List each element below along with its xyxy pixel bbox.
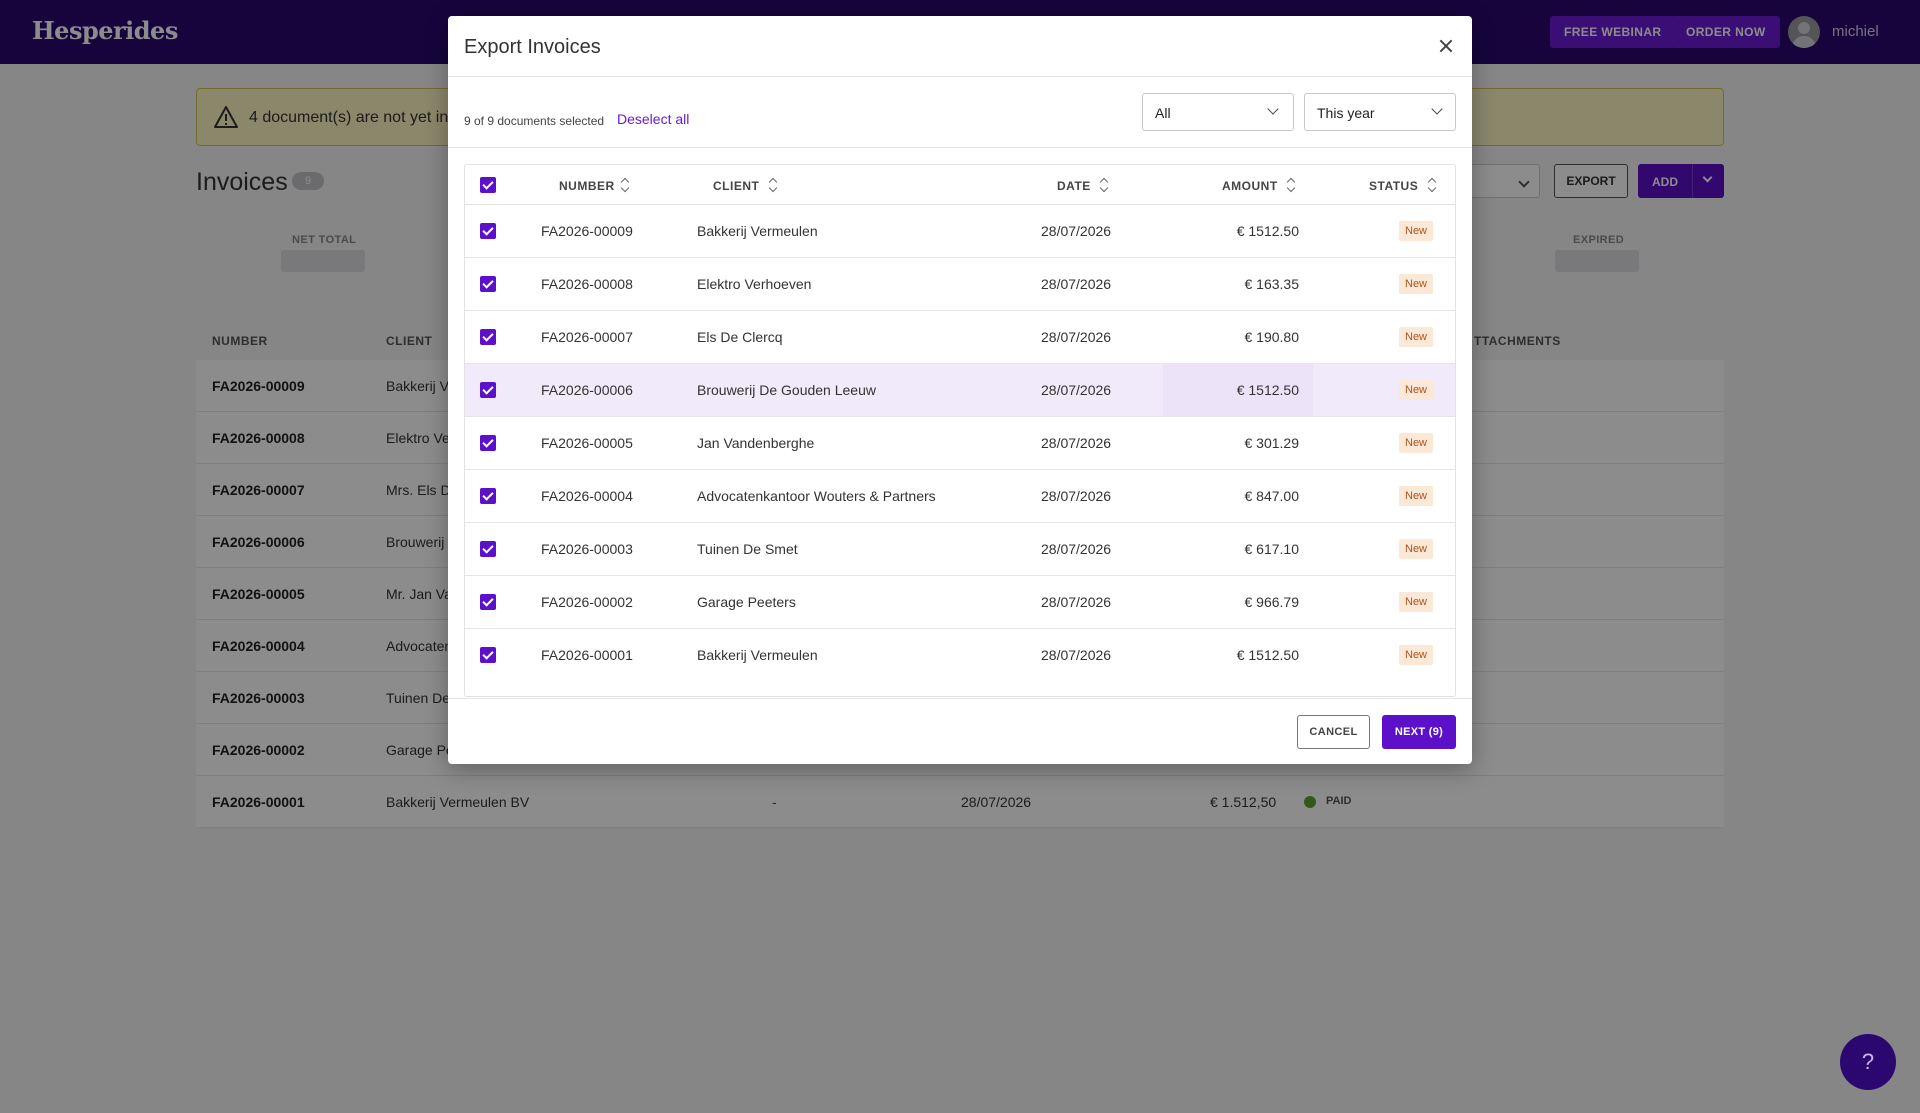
invoice-amount: € 1512.50 (1236, 382, 1299, 398)
invoice-number: FA2026-00007 (541, 329, 633, 345)
invoice-number: FA2026-00009 (541, 223, 633, 239)
next-button[interactable]: NEXT (9) (1382, 715, 1456, 749)
row-checkbox[interactable] (480, 329, 496, 345)
row-checkbox[interactable] (480, 223, 496, 239)
document-type-select[interactable]: All (1142, 93, 1294, 131)
divider (448, 698, 1472, 699)
column-header-amount[interactable]: AMOUNT (1222, 179, 1278, 193)
selection-count: 9 of 9 documents selected (464, 114, 605, 128)
invoice-client: Bakkerij Vermeulen (697, 223, 818, 239)
invoice-amount: € 966.79 (1244, 594, 1300, 610)
table-row[interactable]: FA2026-00002 Garage Peeters 28/07/2026 €… (465, 576, 1455, 629)
table-row[interactable]: FA2026-00001 Bakkerij Vermeulen 28/07/20… (465, 629, 1455, 682)
invoice-number: FA2026-00004 (541, 488, 633, 504)
export-table: NUMBER CLIENT DATE AMOUNT STATUS FA2026-… (464, 164, 1456, 697)
status-badge: New (1399, 645, 1434, 665)
period-select[interactable]: This year (1304, 93, 1456, 131)
invoice-client: Bakkerij Vermeulen (697, 647, 818, 663)
table-row[interactable]: FA2026-00007 Els De Clercq 28/07/2026 € … (465, 311, 1455, 364)
table-row[interactable]: FA2026-00003 Tuinen De Smet 28/07/2026 €… (465, 523, 1455, 576)
invoice-client: Els De Clercq (697, 329, 783, 345)
invoice-date: 28/07/2026 (1041, 647, 1112, 663)
invoice-date: 28/07/2026 (1041, 594, 1112, 610)
invoice-amount: € 301.29 (1244, 435, 1300, 451)
column-header-status[interactable]: STATUS (1369, 179, 1418, 193)
invoice-number: FA2026-00001 (541, 647, 633, 663)
invoice-client: Elektro Verhoeven (697, 276, 812, 292)
row-checkbox[interactable] (480, 435, 496, 451)
chevron-down-icon (1267, 103, 1279, 115)
invoice-number: FA2026-00003 (541, 541, 633, 557)
cancel-button[interactable]: CANCEL (1297, 715, 1370, 749)
invoice-date: 28/07/2026 (1041, 223, 1112, 239)
invoice-date: 28/07/2026 (1041, 276, 1112, 292)
column-header-date[interactable]: DATE (1057, 179, 1091, 193)
row-checkbox[interactable] (480, 541, 496, 557)
invoice-amount: € 1512.50 (1236, 647, 1299, 663)
status-badge: New (1399, 221, 1434, 241)
sort-icon[interactable] (1427, 177, 1437, 193)
invoice-date: 28/07/2026 (1041, 435, 1112, 451)
status-badge: New (1399, 274, 1434, 294)
status-badge: New (1399, 380, 1434, 400)
status-badge: New (1399, 486, 1434, 506)
invoice-client: Brouwerij De Gouden Leeuw (697, 382, 876, 398)
invoice-amount: € 163.35 (1244, 276, 1300, 292)
chevron-down-icon (1431, 103, 1443, 115)
status-badge: New (1399, 433, 1434, 453)
sort-icon[interactable] (1286, 177, 1296, 193)
table-row[interactable]: FA2026-00008 Elektro Verhoeven 28/07/202… (465, 258, 1455, 311)
divider (448, 147, 1472, 148)
invoice-number: FA2026-00005 (541, 435, 633, 451)
table-row[interactable]: FA2026-00009 Bakkerij Vermeulen 28/07/20… (465, 205, 1455, 258)
dialog-title: Export Invoices (464, 36, 601, 58)
invoice-amount: € 1512.50 (1236, 223, 1299, 239)
row-checkbox[interactable] (480, 647, 496, 663)
status-badge: New (1399, 327, 1434, 347)
sort-icon[interactable] (768, 177, 778, 193)
sort-icon[interactable] (1099, 177, 1109, 193)
status-badge: New (1399, 592, 1434, 612)
invoice-date: 28/07/2026 (1041, 488, 1112, 504)
invoice-amount: € 617.10 (1244, 541, 1300, 557)
invoice-date: 28/07/2026 (1041, 329, 1112, 345)
row-checkbox[interactable] (480, 488, 496, 504)
invoice-client: Tuinen De Smet (697, 541, 798, 557)
invoice-amount: € 190.80 (1244, 329, 1300, 345)
invoice-client: Advocatenkantoor Wouters & Partners (697, 488, 936, 504)
invoice-number: FA2026-00006 (541, 382, 633, 398)
status-badge: New (1399, 539, 1434, 559)
deselect-all-link[interactable]: Deselect all (617, 111, 689, 127)
divider (448, 76, 1472, 77)
invoice-number: FA2026-00002 (541, 594, 633, 610)
table-row[interactable]: FA2026-00005 Jan Vandenberghe 28/07/2026… (465, 417, 1455, 470)
document-type-value: All (1155, 105, 1171, 121)
invoice-client: Garage Peeters (697, 594, 796, 610)
help-button[interactable]: ? (1840, 1034, 1896, 1090)
row-checkbox[interactable] (480, 382, 496, 398)
invoice-date: 28/07/2026 (1041, 541, 1112, 557)
invoice-amount: € 847.00 (1244, 488, 1300, 504)
table-header: NUMBER CLIENT DATE AMOUNT STATUS (465, 165, 1455, 205)
sort-icon[interactable] (620, 177, 630, 193)
export-invoices-dialog: Export Invoices 9 of 9 documents selecte… (448, 16, 1472, 764)
period-value: This year (1317, 105, 1375, 121)
invoice-number: FA2026-00008 (541, 276, 633, 292)
select-all-checkbox[interactable] (480, 177, 496, 193)
table-row[interactable]: FA2026-00006 Brouwerij De Gouden Leeuw 2… (465, 364, 1455, 417)
row-checkbox[interactable] (480, 594, 496, 610)
column-header-client[interactable]: CLIENT (713, 179, 759, 193)
invoice-client: Jan Vandenberghe (697, 435, 815, 451)
row-checkbox[interactable] (480, 276, 496, 292)
table-row[interactable]: FA2026-00004 Advocatenkantoor Wouters & … (465, 470, 1455, 523)
close-icon[interactable] (1432, 32, 1460, 60)
column-header-number[interactable]: NUMBER (559, 179, 615, 193)
invoice-date: 28/07/2026 (1041, 382, 1112, 398)
